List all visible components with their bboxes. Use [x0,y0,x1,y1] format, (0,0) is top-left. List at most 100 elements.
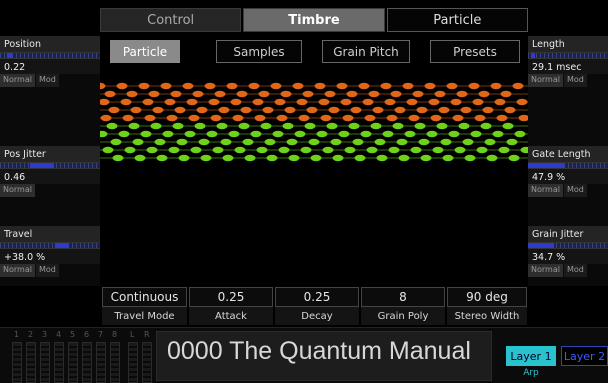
param-value[interactable]: 0.25 [275,287,359,307]
param-value[interactable]: 90 deg [447,287,527,307]
grain-dot [182,82,194,90]
param-value[interactable]: 0.25 [189,287,273,307]
grain-dot [110,138,122,146]
grain-dot [260,122,272,130]
grain-dot [342,114,354,122]
grain-dot [418,138,430,146]
grain-dot [324,90,336,98]
subtab-presets[interactable]: Presets [430,40,520,63]
param-value[interactable]: 8 [361,287,445,307]
grain-dot [340,98,352,106]
grain-dot [198,138,210,146]
grain-dot [414,122,426,130]
grain-dot [344,146,356,154]
length-slider[interactable] [528,52,608,59]
param-label: Pos Jitter [0,146,100,162]
subtab-particle[interactable]: Particle [110,40,180,63]
grain-jitter-slider[interactable] [528,242,608,249]
meter-channel-label: 1 [14,330,20,339]
normal-mode-button[interactable]: Normal [528,264,563,277]
grain-dot [502,122,514,130]
grain-dot [106,122,118,130]
grain-dot [388,146,400,154]
grain-dot [472,98,484,106]
grain-dot [208,98,220,106]
grain-dot [280,90,292,98]
mod-mode-button[interactable]: Mod [563,264,587,277]
normal-mode-button[interactable]: Normal [0,184,35,197]
param-value[interactable]: Continuous [102,287,187,307]
grain-poly-param[interactable]: 8 Grain Poly [361,287,445,325]
grain-dot [320,114,332,122]
grain-dot [222,154,234,162]
grain-dot [170,90,182,98]
grain-dot [492,130,504,138]
gate-length-slider[interactable] [528,162,608,169]
grain-dot [474,114,486,122]
mod-mode-button[interactable]: Mod [35,74,59,87]
layer-1-button[interactable]: Layer 1 [506,346,556,366]
travel-slider[interactable] [0,242,100,249]
layer-2-button[interactable]: Layer 2 [561,346,608,366]
grain-dot [402,82,414,90]
grain-dot [116,82,128,90]
grain-dot [242,138,254,146]
grain-dot [446,82,458,90]
grain-dot [516,98,528,106]
grain-dot [174,106,186,114]
position-slider[interactable] [0,52,100,59]
grain-dot [328,106,340,114]
grain-dot [276,114,288,122]
decay-param[interactable]: 0.25 Decay [275,287,359,325]
grain-dot [316,130,328,138]
mod-mode-button[interactable]: Mod [563,74,587,87]
mod-mode-button[interactable]: Mod [35,264,59,277]
grain-dot [160,82,172,90]
param-value: 47.9 % [528,169,608,184]
grain-dot [348,122,360,130]
grain-dot [162,130,174,138]
attack-param[interactable]: 0.25 Attack [189,287,273,325]
grain-dot [256,146,268,154]
grain-dot [142,98,154,106]
stereo-width-param[interactable]: 90 deg Stereo Width [447,287,527,325]
grain-dot [520,146,528,154]
tab-control[interactable]: Control [100,8,242,32]
grain-dot [314,82,326,90]
grain-dot [358,82,370,90]
grain-dot [252,98,264,106]
tab-particle[interactable]: Particle [386,8,528,32]
grain-dot [408,114,420,122]
mod-mode-button[interactable]: Mod [563,184,587,197]
normal-mode-button[interactable]: Normal [0,264,35,277]
grain-dot [288,154,300,162]
grain-dot [458,122,470,130]
grain-dot [150,122,162,130]
normal-mode-button[interactable]: Normal [528,184,563,197]
grain-dot [216,122,228,130]
grain-dot [476,146,488,154]
preset-name-display[interactable]: 0000 The Quantum Manual [156,331,492,381]
grain-visualizer [100,82,528,162]
grain-dot [186,98,198,106]
subtab-samples[interactable]: Samples [216,40,302,63]
grain-dot [438,106,450,114]
arp-label[interactable]: Arp [506,368,556,378]
normal-mode-button[interactable]: Normal [528,74,563,87]
grain-dot [454,146,466,154]
grain-dot [300,146,312,154]
grain-dot [298,114,310,122]
tab-timbre[interactable]: Timbre [243,8,385,32]
grain-dot [278,146,290,154]
grain-dot [396,138,408,146]
grain-dot [266,154,278,162]
grain-dot [306,106,318,114]
normal-mode-button[interactable]: Normal [0,74,35,87]
subtab-grain-pitch[interactable]: Grain Pitch [322,40,410,63]
pos-jitter-slider[interactable] [0,162,100,169]
grain-dot [258,90,270,98]
grain-dot [450,98,462,106]
grain-dot [480,122,492,130]
travel-mode-param[interactable]: Continuous Travel Mode [102,287,187,325]
grain-dot [250,130,262,138]
